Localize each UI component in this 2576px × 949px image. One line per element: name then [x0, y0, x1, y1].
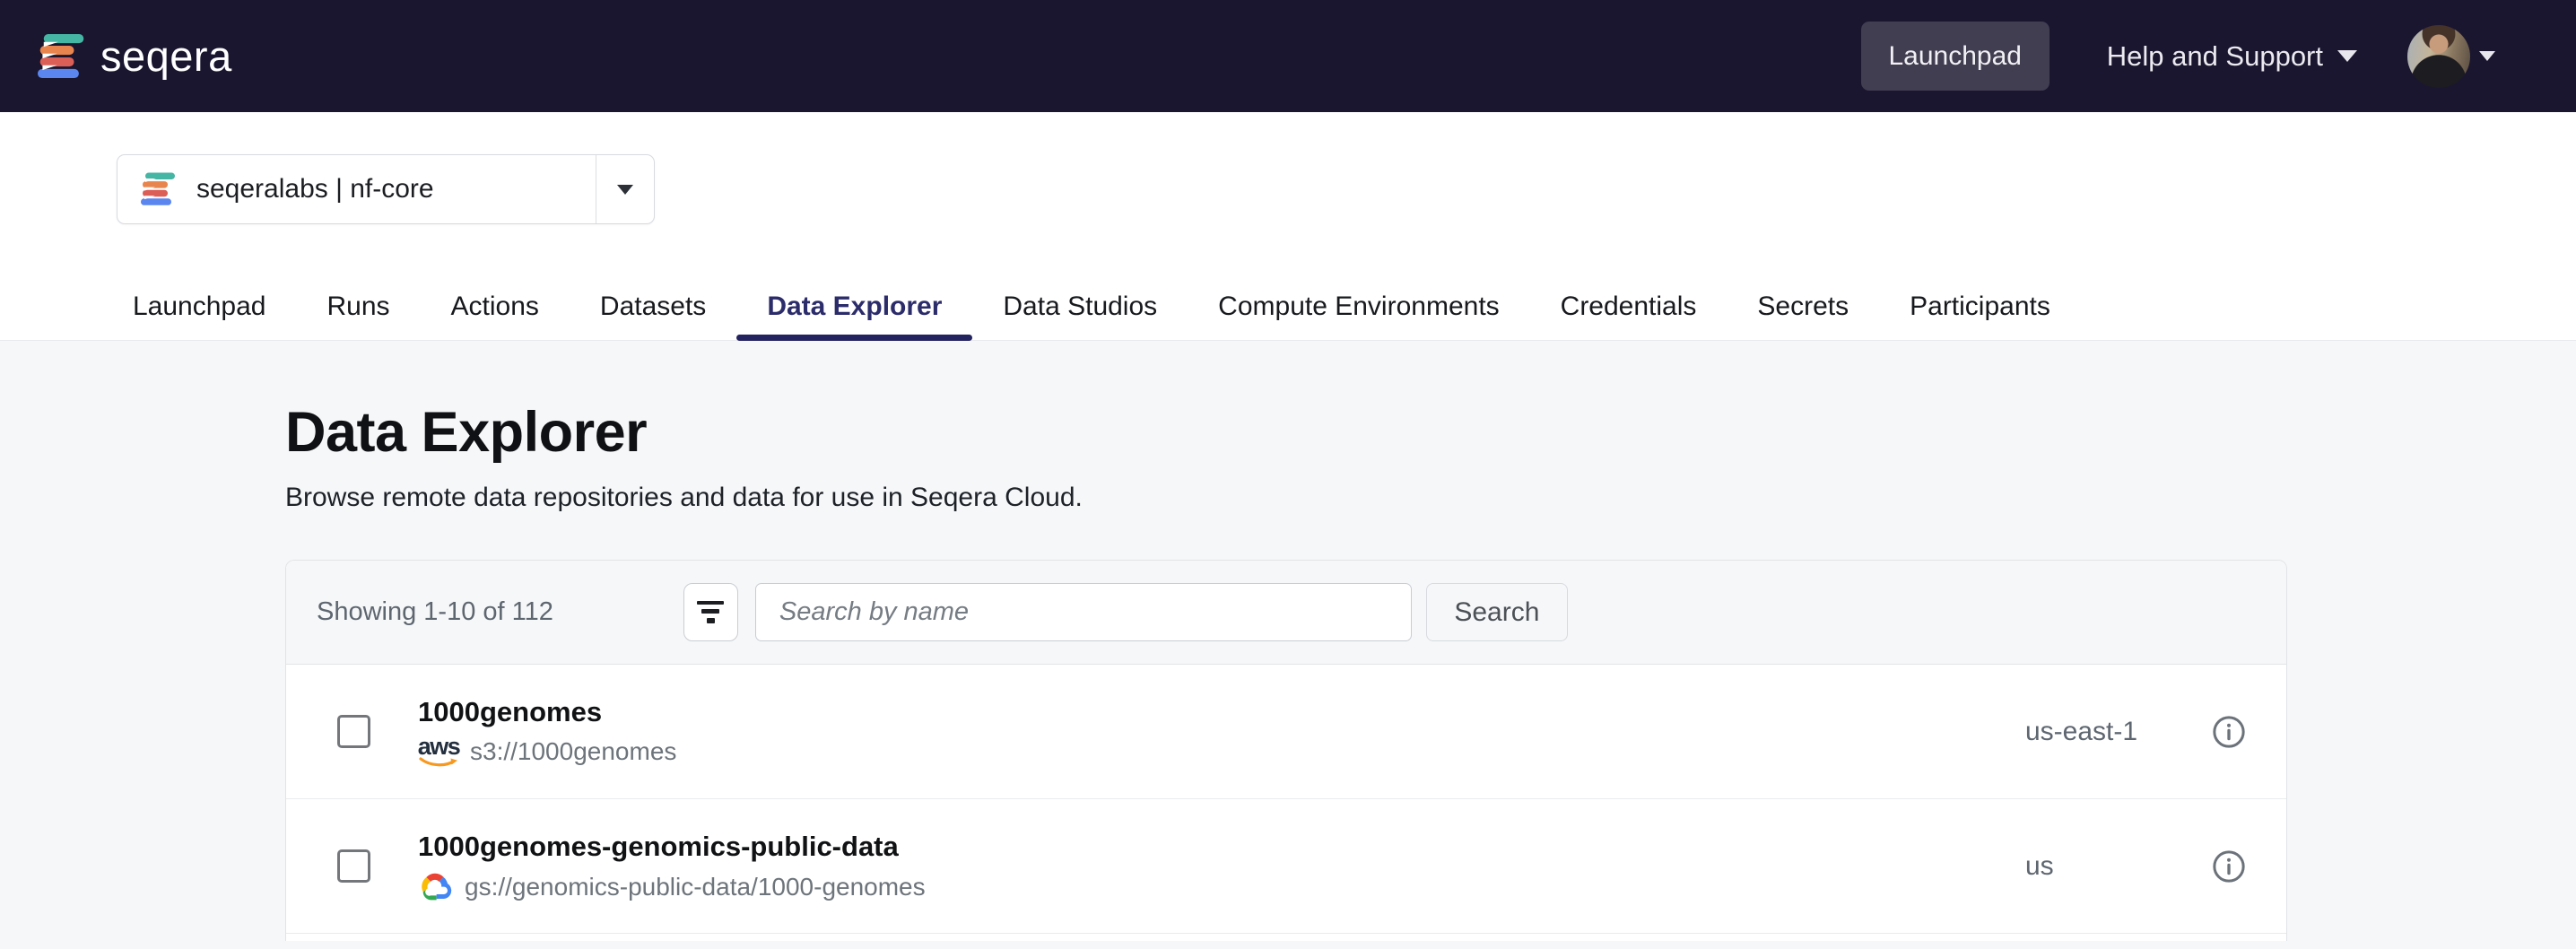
table-row: 1000genomes aws s3://1000genomes u — [286, 665, 2286, 799]
search-button[interactable]: Search — [1426, 583, 1568, 641]
page-subtitle: Browse remote data repositories and data… — [285, 483, 2576, 513]
tab-secrets[interactable]: Secrets — [1727, 274, 1879, 340]
bucket-uri-line: aws s3://1000genomes — [418, 737, 676, 766]
bucket-cell: 1000genomes aws s3://1000genomes — [418, 696, 676, 766]
results-count: Showing 1-10 of 112 — [317, 597, 553, 627]
help-and-support-label: Help and Support — [2107, 40, 2323, 73]
info-icon[interactable] — [2212, 715, 2246, 749]
tab-label: Credentials — [1561, 292, 1697, 322]
tab-launchpad[interactable]: Launchpad — [102, 274, 296, 340]
bucket-uri: s3://1000genomes — [470, 737, 676, 766]
workspace-dropdown-toggle[interactable] — [596, 185, 654, 195]
page-title: Data Explorer — [285, 400, 2576, 465]
bucket-name-link[interactable]: 1000genomes-genomics-public-data — [418, 831, 926, 863]
tab-data-studios[interactable]: Data Studios — [972, 274, 1188, 340]
aws-wordmark: aws — [418, 737, 460, 756]
search-input[interactable] — [755, 583, 1412, 641]
filter-button[interactable] — [683, 583, 738, 641]
avatar[interactable] — [2407, 25, 2470, 88]
tab-participants[interactable]: Participants — [1879, 274, 2081, 340]
chevron-down-icon — [2479, 51, 2495, 61]
tab-label: Compute Environments — [1218, 292, 1499, 322]
launchpad-button[interactable]: Launchpad — [1861, 22, 2049, 91]
google-cloud-icon — [418, 872, 454, 901]
tab-label: Data Studios — [1003, 292, 1157, 322]
workspace-logo-icon — [141, 172, 177, 206]
workspace-subheader: seqeralabs | nf-core Launchpad Runs Acti… — [0, 112, 2576, 341]
bucket-uri: gs://genomics-public-data/1000-genomes — [465, 873, 926, 901]
brand-wordmark: seqera — [100, 35, 232, 77]
tab-label: Datasets — [600, 292, 706, 322]
tab-label: Participants — [1910, 292, 2050, 322]
tab-credentials[interactable]: Credentials — [1530, 274, 1727, 340]
data-explorer-screen: seqera Launchpad Help and Support seqera… — [0, 0, 2576, 949]
chevron-down-icon — [2337, 50, 2357, 62]
data-repositories-panel: Showing 1-10 of 112 Search 1000genomes a… — [285, 560, 2287, 941]
tab-label: Runs — [326, 292, 389, 322]
row-checkbox[interactable] — [337, 849, 370, 883]
tab-data-explorer[interactable]: Data Explorer — [736, 274, 972, 340]
row-right-group: us — [2025, 849, 2246, 884]
tab-actions[interactable]: Actions — [421, 274, 570, 340]
workspace-label: seqeralabs | nf-core — [196, 174, 596, 205]
bucket-name-link[interactable]: 1000genomes — [418, 696, 676, 728]
aws-icon: aws — [418, 737, 459, 766]
filter-icon — [697, 601, 724, 623]
table-row-partial — [286, 934, 2286, 941]
table-row: 1000genomes-genomics-public-data gs://ge… — [286, 799, 2286, 934]
tab-compute-environments[interactable]: Compute Environments — [1188, 274, 1529, 340]
workspace-selector[interactable]: seqeralabs | nf-core — [117, 154, 655, 224]
region-label: us — [2025, 851, 2212, 882]
tab-label: Secrets — [1757, 292, 1849, 322]
user-menu[interactable] — [2407, 25, 2495, 88]
tab-label: Actions — [451, 292, 539, 322]
main-content: Data Explorer Browse remote data reposit… — [0, 341, 2576, 949]
row-checkbox[interactable] — [337, 715, 370, 748]
info-icon[interactable] — [2212, 849, 2246, 884]
top-navbar: seqera Launchpad Help and Support — [0, 0, 2576, 112]
bucket-cell: 1000genomes-genomics-public-data gs://ge… — [418, 831, 926, 901]
tab-label: Data Explorer — [767, 292, 942, 322]
bucket-uri-line: gs://genomics-public-data/1000-genomes — [418, 872, 926, 901]
seqera-home-link[interactable]: seqera — [38, 34, 232, 79]
panel-toolbar: Showing 1-10 of 112 Search — [286, 561, 2286, 665]
region-label: us-east-1 — [2025, 717, 2212, 747]
help-and-support-menu[interactable]: Help and Support — [2107, 40, 2357, 73]
row-right-group: us-east-1 — [2025, 715, 2246, 749]
tab-bar: Launchpad Runs Actions Datasets Data Exp… — [0, 274, 2576, 341]
aws-smile-icon — [419, 757, 458, 767]
chevron-down-icon — [617, 185, 633, 195]
tab-runs[interactable]: Runs — [296, 274, 420, 340]
seqera-logo-icon — [38, 34, 86, 79]
tab-datasets[interactable]: Datasets — [570, 274, 736, 340]
tab-label: Launchpad — [133, 292, 265, 322]
